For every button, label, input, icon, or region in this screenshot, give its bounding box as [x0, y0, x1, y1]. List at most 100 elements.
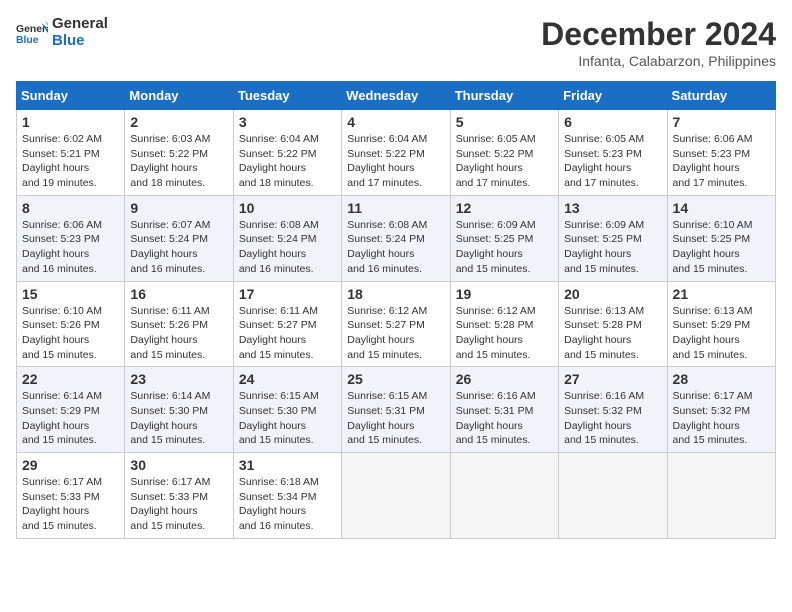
day-info: Sunrise: 6:06 AMSunset: 5:23 PMDaylight …	[673, 132, 770, 191]
calendar-cell: 22 Sunrise: 6:14 AMSunset: 5:29 PMDayligh…	[17, 367, 125, 453]
calendar-cell	[450, 453, 558, 539]
day-number: 2	[130, 114, 227, 130]
calendar-cell: 29 Sunrise: 6:17 AMSunset: 5:33 PMDayligh…	[17, 453, 125, 539]
day-number: 3	[239, 114, 336, 130]
day-info: Sunrise: 6:09 AMSunset: 5:25 PMDaylight …	[456, 218, 553, 277]
calendar-cell	[559, 453, 667, 539]
day-number: 22	[22, 371, 119, 387]
calendar-cell: 13Sunrise: 6:09 AMSunset: 5:25 PMDayligh…	[559, 195, 667, 281]
day-info: Sunrise: 6:04 AMSunset: 5:22 PMDaylight …	[347, 132, 444, 191]
day-number: 19	[456, 286, 553, 302]
calendar-cell: 12 Sunrise: 6:09 AMSunset: 5:25 PMDayligh…	[450, 195, 558, 281]
page-header: General Blue General Blue December 2024 …	[16, 16, 776, 69]
calendar-cell: 31 Sunrise: 6:18 AMSunset: 5:34 PMDayligh…	[233, 453, 341, 539]
logo-icon: General Blue	[16, 19, 48, 47]
calendar-cell: 17 Sunrise: 6:11 AMSunset: 5:27 PMDayligh…	[233, 281, 341, 367]
day-number: 30	[130, 457, 227, 473]
day-number: 31	[239, 457, 336, 473]
calendar-week-row: 8Sunrise: 6:06 AMSunset: 5:23 PMDaylight…	[17, 195, 776, 281]
day-number: 25	[347, 371, 444, 387]
logo-text-general: General	[52, 16, 108, 33]
day-info: Sunrise: 6:13 AMSunset: 5:29 PMDaylight …	[673, 304, 770, 363]
day-number: 24	[239, 371, 336, 387]
day-number: 26	[456, 371, 553, 387]
calendar-cell: 20Sunrise: 6:13 AMSunset: 5:28 PMDayligh…	[559, 281, 667, 367]
logo-text-blue: Blue	[52, 33, 108, 50]
day-header-tuesday: Tuesday	[233, 82, 341, 110]
calendar-cell: 21 Sunrise: 6:13 AMSunset: 5:29 PMDayligh…	[667, 281, 775, 367]
day-number: 15	[22, 286, 119, 302]
calendar-cell: 10 Sunrise: 6:08 AMSunset: 5:24 PMDayligh…	[233, 195, 341, 281]
calendar-cell: 25 Sunrise: 6:15 AMSunset: 5:31 PMDayligh…	[342, 367, 450, 453]
calendar-cell: 30 Sunrise: 6:17 AMSunset: 5:33 PMDayligh…	[125, 453, 233, 539]
day-number: 1	[22, 114, 119, 130]
day-number: 10	[239, 200, 336, 216]
day-info: Sunrise: 6:17 AMSunset: 5:33 PMDaylight …	[22, 475, 119, 534]
calendar-cell: 11 Sunrise: 6:08 AMSunset: 5:24 PMDayligh…	[342, 195, 450, 281]
day-number: 18	[347, 286, 444, 302]
day-info: Sunrise: 6:08 AMSunset: 5:24 PMDaylight …	[347, 218, 444, 277]
day-number: 27	[564, 371, 661, 387]
day-info: Sunrise: 6:14 AMSunset: 5:29 PMDaylight …	[22, 389, 119, 448]
day-number: 7	[673, 114, 770, 130]
day-header-wednesday: Wednesday	[342, 82, 450, 110]
calendar-cell: 6Sunrise: 6:05 AMSunset: 5:23 PMDaylight…	[559, 110, 667, 196]
day-number: 8	[22, 200, 119, 216]
day-header-thursday: Thursday	[450, 82, 558, 110]
location-title: Infanta, Calabarzon, Philippines	[541, 53, 776, 69]
day-info: Sunrise: 6:14 AMSunset: 5:30 PMDaylight …	[130, 389, 227, 448]
calendar-week-row: 22 Sunrise: 6:14 AMSunset: 5:29 PMDayligh…	[17, 367, 776, 453]
day-info: Sunrise: 6:10 AMSunset: 5:26 PMDaylight …	[22, 304, 119, 363]
day-number: 16	[130, 286, 227, 302]
day-info: Sunrise: 6:16 AMSunset: 5:32 PMDaylight …	[564, 389, 661, 448]
day-info: Sunrise: 6:03 AMSunset: 5:22 PMDaylight …	[130, 132, 227, 191]
day-number: 11	[347, 200, 444, 216]
day-number: 12	[456, 200, 553, 216]
day-info: Sunrise: 6:10 AMSunset: 5:25 PMDaylight …	[673, 218, 770, 277]
day-number: 21	[673, 286, 770, 302]
day-number: 23	[130, 371, 227, 387]
calendar-cell: 8Sunrise: 6:06 AMSunset: 5:23 PMDaylight…	[17, 195, 125, 281]
day-number: 9	[130, 200, 227, 216]
calendar-week-row: 1 Sunrise: 6:02 AMSunset: 5:21 PMDaylight…	[17, 110, 776, 196]
svg-text:Blue: Blue	[16, 35, 39, 46]
day-header-saturday: Saturday	[667, 82, 775, 110]
day-info: Sunrise: 6:11 AMSunset: 5:26 PMDaylight …	[130, 304, 227, 363]
day-info: Sunrise: 6:02 AMSunset: 5:21 PMDaylight …	[22, 132, 119, 191]
calendar-cell: 14 Sunrise: 6:10 AMSunset: 5:25 PMDayligh…	[667, 195, 775, 281]
calendar-cell: 23 Sunrise: 6:14 AMSunset: 5:30 PMDayligh…	[125, 367, 233, 453]
calendar-cell: 15 Sunrise: 6:10 AMSunset: 5:26 PMDayligh…	[17, 281, 125, 367]
day-info: Sunrise: 6:16 AMSunset: 5:31 PMDaylight …	[456, 389, 553, 448]
calendar-cell: 24 Sunrise: 6:15 AMSunset: 5:30 PMDayligh…	[233, 367, 341, 453]
day-info: Sunrise: 6:17 AMSunset: 5:33 PMDaylight …	[130, 475, 227, 534]
day-info: Sunrise: 6:18 AMSunset: 5:34 PMDaylight …	[239, 475, 336, 534]
title-area: December 2024 Infanta, Calabarzon, Phili…	[541, 16, 776, 69]
day-number: 17	[239, 286, 336, 302]
day-info: Sunrise: 6:12 AMSunset: 5:27 PMDaylight …	[347, 304, 444, 363]
calendar-cell: 1 Sunrise: 6:02 AMSunset: 5:21 PMDaylight…	[17, 110, 125, 196]
calendar-cell: 28Sunrise: 6:17 AMSunset: 5:32 PMDayligh…	[667, 367, 775, 453]
day-number: 14	[673, 200, 770, 216]
day-info: Sunrise: 6:05 AMSunset: 5:22 PMDaylight …	[456, 132, 553, 191]
day-info: Sunrise: 6:17 AMSunset: 5:32 PMDaylight …	[673, 389, 770, 448]
day-info: Sunrise: 6:09 AMSunset: 5:25 PMDaylight …	[564, 218, 661, 277]
day-header-sunday: Sunday	[17, 82, 125, 110]
day-info: Sunrise: 6:15 AMSunset: 5:31 PMDaylight …	[347, 389, 444, 448]
calendar-week-row: 15 Sunrise: 6:10 AMSunset: 5:26 PMDayligh…	[17, 281, 776, 367]
day-info: Sunrise: 6:15 AMSunset: 5:30 PMDaylight …	[239, 389, 336, 448]
calendar-cell: 4Sunrise: 6:04 AMSunset: 5:22 PMDaylight…	[342, 110, 450, 196]
day-info: Sunrise: 6:12 AMSunset: 5:28 PMDaylight …	[456, 304, 553, 363]
calendar-week-row: 29 Sunrise: 6:17 AMSunset: 5:33 PMDayligh…	[17, 453, 776, 539]
day-info: Sunrise: 6:04 AMSunset: 5:22 PMDaylight …	[239, 132, 336, 191]
day-info: Sunrise: 6:08 AMSunset: 5:24 PMDaylight …	[239, 218, 336, 277]
day-number: 29	[22, 457, 119, 473]
day-info: Sunrise: 6:13 AMSunset: 5:28 PMDaylight …	[564, 304, 661, 363]
calendar-cell: 26 Sunrise: 6:16 AMSunset: 5:31 PMDayligh…	[450, 367, 558, 453]
day-info: Sunrise: 6:11 AMSunset: 5:27 PMDaylight …	[239, 304, 336, 363]
calendar-cell: 9Sunrise: 6:07 AMSunset: 5:24 PMDaylight…	[125, 195, 233, 281]
calendar-cell: 16 Sunrise: 6:11 AMSunset: 5:26 PMDayligh…	[125, 281, 233, 367]
month-title: December 2024	[541, 16, 776, 53]
day-info: Sunrise: 6:05 AMSunset: 5:23 PMDaylight …	[564, 132, 661, 191]
calendar-cell	[667, 453, 775, 539]
calendar-cell	[342, 453, 450, 539]
